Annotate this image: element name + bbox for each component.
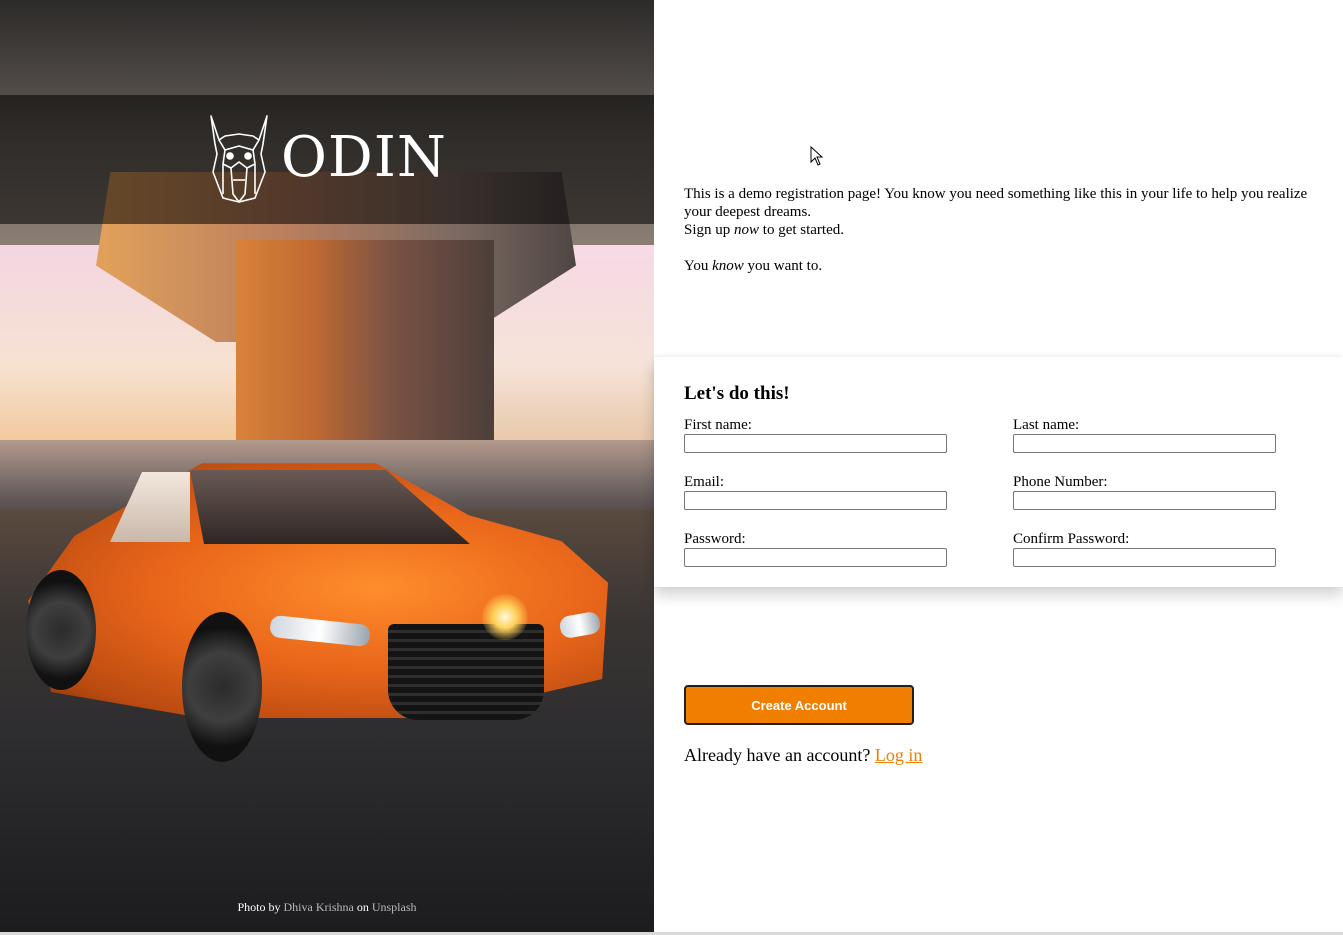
last-name-field: Last name:: [1013, 417, 1277, 453]
email-field: Email:: [684, 474, 948, 510]
email-input[interactable]: [684, 491, 947, 510]
photo-author-link[interactable]: Dhiva Krishna: [284, 900, 354, 914]
confirm-password-field: Confirm Password:: [1013, 531, 1277, 567]
confirm-password-input[interactable]: [1013, 548, 1276, 567]
first-name-input[interactable]: [684, 434, 947, 453]
phone-field: Phone Number:: [1013, 474, 1277, 510]
intro-signup-line: Sign up now to get started.: [684, 222, 845, 238]
email-label: Email:: [684, 474, 724, 490]
login-prompt: Already have an account? Log in: [684, 745, 923, 765]
confirm-password-label: Confirm Password:: [1013, 531, 1130, 547]
first-name-label: First name:: [684, 417, 752, 433]
login-link[interactable]: Log in: [875, 745, 923, 765]
intro-text: This is a demo registration page! You kn…: [684, 185, 1324, 275]
phone-input[interactable]: [1013, 491, 1276, 510]
password-input[interactable]: [684, 548, 947, 567]
last-name-label: Last name:: [1013, 417, 1080, 433]
mouse-cursor-icon: [810, 146, 824, 166]
phone-label: Phone Number:: [1013, 474, 1108, 490]
hero-background-photo: ODIN Photo by Dhiva Krishna on Unsplash: [0, 0, 654, 932]
photo-source-link[interactable]: Unsplash: [372, 900, 417, 914]
password-label: Password:: [684, 531, 746, 547]
photo-credit: Photo by Dhiva Krishna on Unsplash: [237, 900, 417, 914]
form-title: Let's do this!: [684, 383, 790, 404]
intro-paragraph: This is a demo registration page! You kn…: [684, 186, 1308, 220]
first-name-field: First name:: [684, 417, 948, 453]
brand-name: ODIN: [281, 125, 447, 190]
create-account-button[interactable]: Create Account: [684, 685, 914, 725]
last-name-input[interactable]: [1013, 434, 1276, 453]
viking-helmet-icon: [210, 115, 268, 203]
registration-page: ODIN Photo by Dhiva Krishna on Unsplash …: [0, 0, 1343, 935]
password-field: Password:: [684, 531, 948, 567]
intro-know-line: You know you want to.: [684, 258, 823, 274]
